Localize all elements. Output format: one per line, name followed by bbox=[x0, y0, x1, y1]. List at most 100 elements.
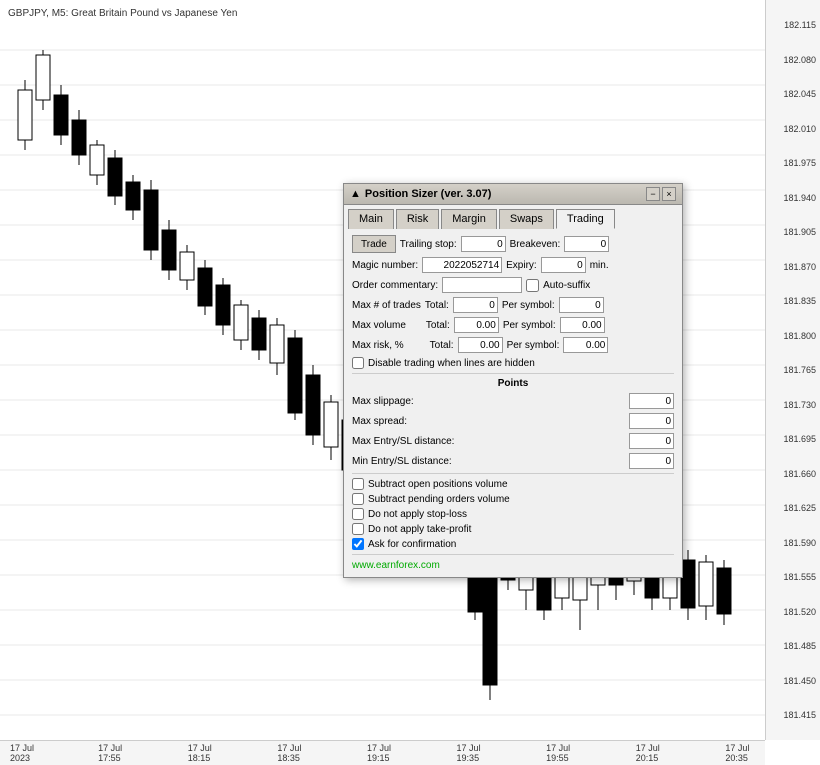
row-no-tp: Do not apply take-profit bbox=[352, 523, 674, 535]
max-volume-label: Max volume bbox=[352, 320, 406, 331]
min-entry-sl-input[interactable] bbox=[629, 453, 674, 469]
time-8: 17 Jul 20:35 bbox=[725, 743, 755, 763]
row-order-commentary: Order commentary: Auto-suffix bbox=[352, 277, 674, 293]
dialog-titlebar: ▲ Position Sizer (ver. 3.07) − × bbox=[344, 184, 682, 205]
row-max-risk: Max risk, % Total: Per symbol: bbox=[352, 337, 674, 353]
no-tp-label: Do not apply take-profit bbox=[368, 524, 471, 535]
auto-suffix-label: Auto-suffix bbox=[543, 280, 590, 291]
max-slippage-input[interactable] bbox=[629, 393, 674, 409]
row-max-trades: Max # of trades Total: Per symbol: bbox=[352, 297, 674, 313]
subtract-open-checkbox[interactable] bbox=[352, 478, 364, 490]
price-182115: 182.115 bbox=[770, 20, 816, 30]
time-7: 17 Jul 20:15 bbox=[636, 743, 666, 763]
position-sizer-dialog: ▲ Position Sizer (ver. 3.07) − × Main Ri… bbox=[343, 183, 683, 578]
ask-confirmation-checkbox[interactable] bbox=[352, 538, 364, 550]
time-5: 17 Jul 19:35 bbox=[457, 743, 487, 763]
time-4: 17 Jul 19:15 bbox=[367, 743, 397, 763]
max-risk-label: Max risk, % bbox=[352, 340, 404, 351]
price-181730: 181.730 bbox=[770, 400, 816, 410]
price-182080: 182.080 bbox=[770, 55, 816, 65]
price-181905: 181.905 bbox=[770, 227, 816, 237]
disable-trading-checkbox[interactable] bbox=[352, 357, 364, 369]
price-182010: 182.010 bbox=[770, 124, 816, 134]
subtract-pending-label: Subtract pending orders volume bbox=[368, 494, 510, 505]
price-181835: 181.835 bbox=[770, 296, 816, 306]
row-max-spread: Max spread: bbox=[352, 413, 674, 429]
minimize-button[interactable]: − bbox=[646, 187, 660, 201]
row-trade-trailing: Trade Trailing stop: Breakeven: bbox=[352, 235, 674, 253]
no-sl-label: Do not apply stop-loss bbox=[368, 509, 467, 520]
max-risk-total-input[interactable] bbox=[458, 337, 503, 353]
trade-button[interactable]: Trade bbox=[352, 235, 396, 253]
max-entry-sl-input[interactable] bbox=[629, 433, 674, 449]
separator-3 bbox=[352, 554, 674, 555]
dialog-content: Trade Trailing stop: Breakeven: Magic nu… bbox=[344, 229, 682, 577]
max-trades-label: Max # of trades bbox=[352, 300, 421, 311]
order-commentary-input[interactable] bbox=[442, 277, 522, 293]
price-181625: 181.625 bbox=[770, 503, 816, 513]
max-entry-sl-label: Max Entry/SL distance: bbox=[352, 436, 454, 447]
max-risk-per-symbol-input[interactable] bbox=[563, 337, 608, 353]
max-spread-input[interactable] bbox=[629, 413, 674, 429]
dialog-title: ▲ Position Sizer (ver. 3.07) bbox=[350, 188, 491, 200]
disable-trading-label: Disable trading when lines are hidden bbox=[368, 358, 535, 369]
max-volume-total-input[interactable] bbox=[454, 317, 499, 333]
separator-2 bbox=[352, 473, 674, 474]
row-subtract-pending: Subtract pending orders volume bbox=[352, 493, 674, 505]
points-section-title: Points bbox=[352, 378, 674, 389]
no-sl-checkbox[interactable] bbox=[352, 508, 364, 520]
max-trades-total-label: Total: bbox=[425, 300, 449, 311]
price-181765: 181.765 bbox=[770, 365, 816, 375]
row-max-entry-sl: Max Entry/SL distance: bbox=[352, 433, 674, 449]
magic-number-label: Magic number: bbox=[352, 260, 418, 271]
subtract-pending-checkbox[interactable] bbox=[352, 493, 364, 505]
price-181485: 181.485 bbox=[770, 641, 816, 651]
max-spread-label: Max spread: bbox=[352, 416, 407, 427]
no-tp-checkbox[interactable] bbox=[352, 523, 364, 535]
tab-main[interactable]: Main bbox=[348, 209, 394, 229]
price-181555: 181.555 bbox=[770, 572, 816, 582]
chart-title: GBPJPY, M5: Great Britain Pound vs Japan… bbox=[8, 8, 237, 19]
trailing-stop-input[interactable] bbox=[461, 236, 506, 252]
expiry-unit: min. bbox=[590, 260, 609, 271]
max-risk-total-label: Total: bbox=[430, 340, 454, 351]
min-entry-sl-label: Min Entry/SL distance: bbox=[352, 456, 452, 467]
auto-suffix-checkbox[interactable] bbox=[526, 279, 539, 292]
earnforex-link[interactable]: www.earnforex.com bbox=[352, 560, 440, 571]
tab-risk[interactable]: Risk bbox=[396, 209, 439, 229]
row-no-sl: Do not apply stop-loss bbox=[352, 508, 674, 520]
trailing-stop-label: Trailing stop: bbox=[400, 239, 457, 250]
time-6: 17 Jul 19:55 bbox=[546, 743, 576, 763]
price-axis: 182.115 182.080 182.045 182.010 181.975 … bbox=[765, 0, 820, 740]
tab-swaps[interactable]: Swaps bbox=[499, 209, 554, 229]
max-trades-per-symbol-input[interactable] bbox=[559, 297, 604, 313]
magic-number-input[interactable] bbox=[422, 257, 502, 273]
tab-trading[interactable]: Trading bbox=[556, 209, 615, 229]
max-trades-total-input[interactable] bbox=[453, 297, 498, 313]
triangle-icon: ▲ bbox=[350, 188, 361, 200]
time-axis: 17 Jul 2023 17 Jul 17:55 17 Jul 18:15 17… bbox=[0, 740, 765, 765]
row-max-volume: Max volume Total: Per symbol: bbox=[352, 317, 674, 333]
max-risk-per-symbol-label: Per symbol: bbox=[507, 340, 560, 351]
price-181590: 181.590 bbox=[770, 538, 816, 548]
price-181695: 181.695 bbox=[770, 434, 816, 444]
price-181975: 181.975 bbox=[770, 158, 816, 168]
price-181450: 181.450 bbox=[770, 676, 816, 686]
price-181940: 181.940 bbox=[770, 193, 816, 203]
row-min-entry-sl: Min Entry/SL distance: bbox=[352, 453, 674, 469]
expiry-input[interactable] bbox=[541, 257, 586, 273]
row-disable-trading: Disable trading when lines are hidden bbox=[352, 357, 674, 369]
close-button[interactable]: × bbox=[662, 187, 676, 201]
earnforex-row: www.earnforex.com bbox=[352, 559, 674, 571]
row-ask-confirmation: Ask for confirmation bbox=[352, 538, 674, 550]
breakeven-input[interactable] bbox=[564, 236, 609, 252]
row-subtract-open: Subtract open positions volume bbox=[352, 478, 674, 490]
max-volume-per-symbol-input[interactable] bbox=[560, 317, 605, 333]
max-volume-per-symbol-label: Per symbol: bbox=[503, 320, 556, 331]
ask-confirmation-label: Ask for confirmation bbox=[368, 539, 456, 550]
price-181870: 181.870 bbox=[770, 262, 816, 272]
expiry-label: Expiry: bbox=[506, 260, 537, 271]
tab-margin[interactable]: Margin bbox=[441, 209, 497, 229]
price-182045: 182.045 bbox=[770, 89, 816, 99]
subtract-open-label: Subtract open positions volume bbox=[368, 479, 508, 490]
